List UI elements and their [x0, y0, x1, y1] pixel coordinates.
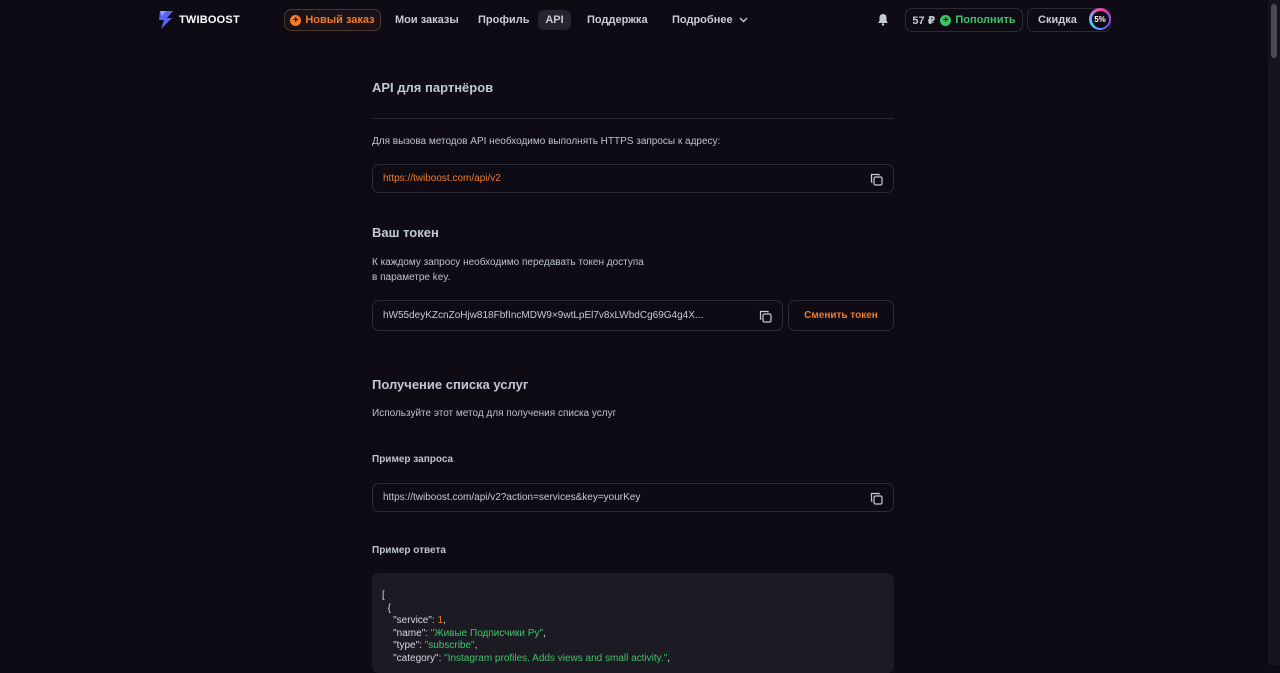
- api-url-field[interactable]: https://twiboost.com/api/v2: [372, 164, 894, 193]
- scrollbar-thumb[interactable]: [1271, 4, 1277, 58]
- topup-label: Пополнить: [955, 14, 1016, 26]
- nav-profile[interactable]: Профиль: [478, 9, 529, 31]
- request-example-label: Пример запроса: [372, 454, 454, 465]
- response-example-label: Пример ответа: [372, 545, 446, 556]
- plus-icon: +: [290, 14, 302, 26]
- nav-more-dropdown[interactable]: Подробнее: [672, 9, 748, 31]
- plus-circle-icon: +: [940, 14, 952, 26]
- token-description-line2: в параметре key.: [372, 272, 451, 283]
- nav-more-label: Подробнее: [672, 14, 733, 26]
- intro-text: Для вызова методов API необходимо выполн…: [372, 136, 721, 147]
- copy-icon[interactable]: [870, 492, 883, 505]
- discount-label: Скидка: [1038, 14, 1077, 26]
- services-description: Используйте этот метод для получения спи…: [372, 408, 617, 419]
- copy-icon[interactable]: [759, 310, 772, 323]
- copy-icon[interactable]: [870, 173, 883, 186]
- bolt-logo-icon: [159, 11, 173, 29]
- code-line: [: [382, 590, 385, 601]
- discount-value: 5%: [1091, 10, 1109, 28]
- nav-support[interactable]: Поддержка: [587, 9, 648, 31]
- discount-badge[interactable]: Скидка 5%: [1027, 8, 1111, 32]
- nav-api[interactable]: API: [538, 10, 571, 30]
- topup-button[interactable]: + Пополнить: [940, 14, 1016, 26]
- api-url-value[interactable]: https://twiboost.com/api/v2: [383, 173, 501, 184]
- balance-amount: 57 ₽: [912, 14, 936, 27]
- code-value: "Instagram profiles. Adds views and smal…: [444, 652, 668, 664]
- page-title: API для партнёров: [372, 80, 494, 95]
- brand-logo[interactable]: TWIBOOST: [157, 10, 240, 30]
- token-title: Ваш токен: [372, 225, 439, 240]
- discount-ring: 5%: [1089, 8, 1111, 30]
- chevron-down-icon: [739, 17, 748, 23]
- code-key: "name":: [393, 627, 431, 639]
- token-description-line1: К каждому запросу необходимо передавать …: [372, 257, 644, 268]
- scrollbar[interactable]: [1268, 0, 1280, 665]
- response-code-block: [ { "service": 1, "name": "Живые Подписч…: [372, 573, 894, 673]
- nav-my-orders[interactable]: Мои заказы: [395, 9, 459, 31]
- code-line: {: [387, 602, 391, 614]
- code-key: "type":: [393, 640, 425, 652]
- token-field[interactable]: hW55deyKZcnZoHjw818FbfIncMDW9×9wtLpEl7v8…: [372, 300, 783, 331]
- code-value: "Живые Подписчики Ру": [430, 627, 544, 639]
- top-navbar: TWIBOOST + Новый заказ Мои заказы Профил…: [0, 0, 1268, 40]
- bell-icon[interactable]: [877, 13, 889, 26]
- brand-name: TWIBOOST: [179, 14, 240, 26]
- services-title: Получение списка услуг: [372, 377, 529, 392]
- code-key: "service":: [393, 615, 438, 627]
- code-value: "subscribe": [424, 640, 475, 652]
- token-value[interactable]: hW55deyKZcnZoHjw818FbfIncMDW9×9wtLpEl7v8…: [383, 310, 703, 321]
- balance-widget[interactable]: 57 ₽ + Пополнить: [905, 8, 1023, 32]
- request-example-url[interactable]: https://twiboost.com/api/v2?action=servi…: [383, 492, 640, 503]
- new-order-label: Новый заказ: [305, 14, 375, 26]
- request-example-field[interactable]: https://twiboost.com/api/v2?action=servi…: [372, 483, 894, 512]
- code-key: "category":: [393, 652, 445, 664]
- divider: [372, 118, 894, 119]
- change-token-button[interactable]: Сменить токен: [788, 300, 894, 331]
- code-value: 1: [437, 615, 444, 627]
- new-order-button[interactable]: + Новый заказ: [284, 9, 381, 31]
